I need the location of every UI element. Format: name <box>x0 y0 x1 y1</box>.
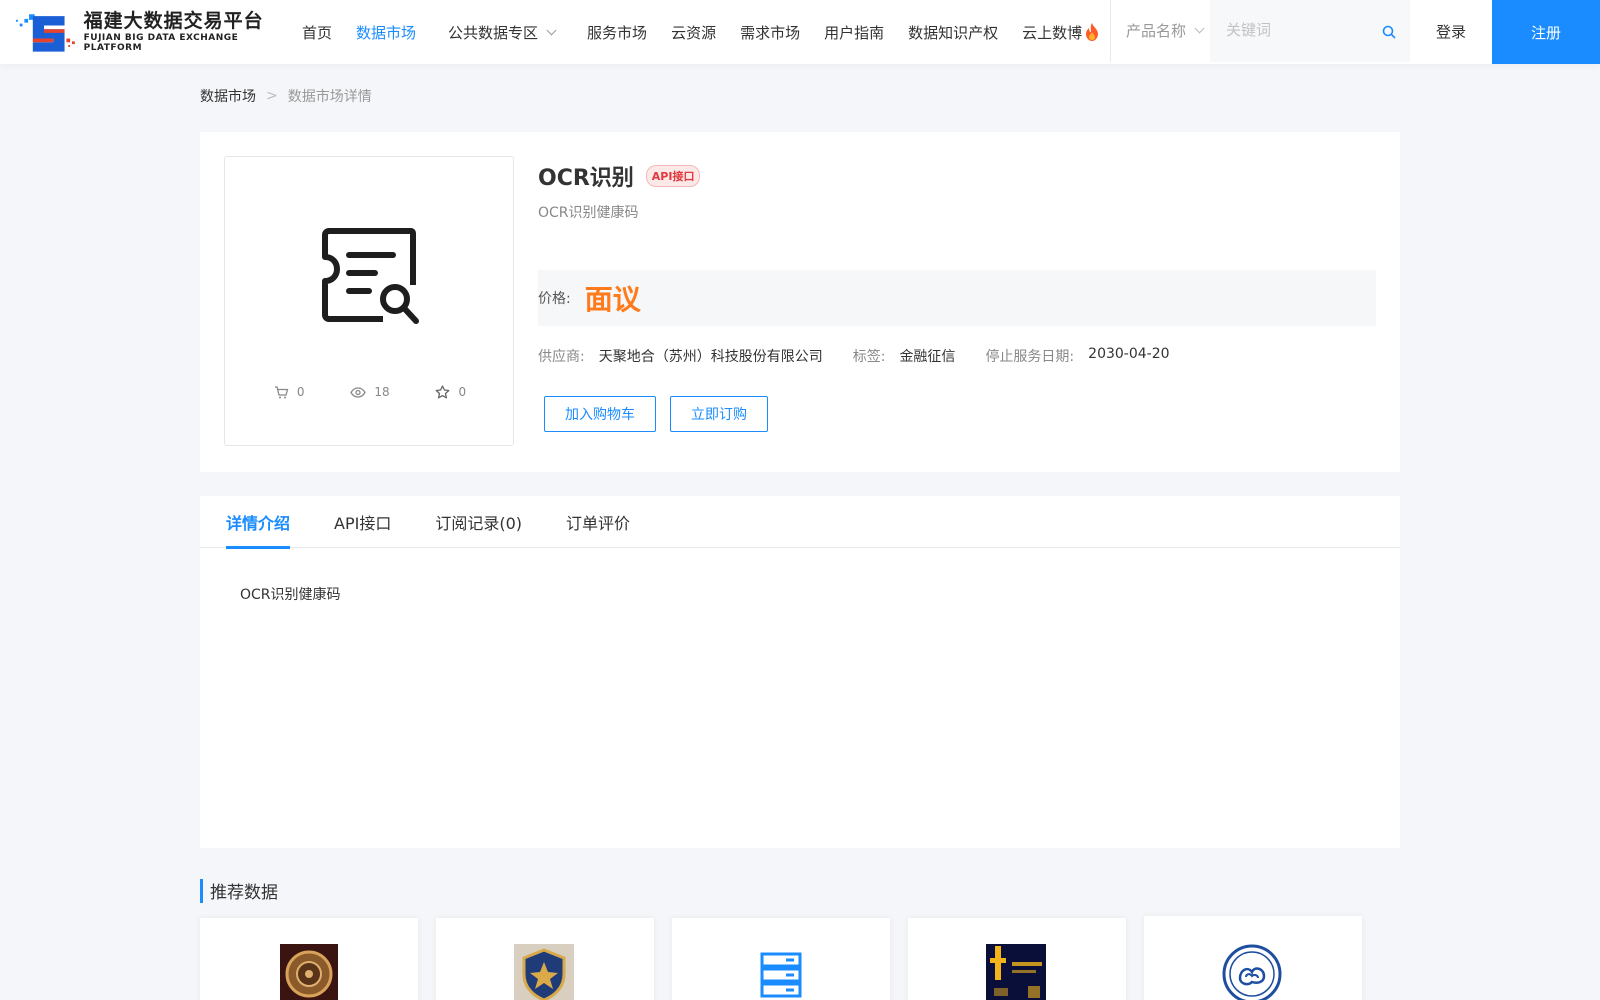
heading-accent-bar <box>200 878 203 903</box>
cart-count-stat: 0 <box>274 385 305 399</box>
end-date-value: 2030-04-20 <box>1088 346 1170 362</box>
view-count: 18 <box>374 385 390 399</box>
nav-item-cloud-resources[interactable]: 云资源 <box>671 22 716 43</box>
view-count-stat: 18 <box>350 385 390 399</box>
cart-icon <box>274 385 289 398</box>
breadcrumb-current: 数据市场详情 <box>287 89 372 105</box>
tab-details[interactable]: 详情介绍 <box>226 496 291 549</box>
search-icon[interactable] <box>1382 25 1396 39</box>
detail-panel: 详情介绍 API接口 订阅记录(0) 订单评价 OCR识别健康码 <box>200 496 1400 848</box>
tab-reviews[interactable]: 订单评价 <box>566 496 630 548</box>
product-title: OCR识别 <box>538 166 634 191</box>
nav-item-public-data-label: 公共数据专区 <box>448 23 539 42</box>
product-stats: 0 18 0 <box>225 385 515 399</box>
search-input[interactable] <box>1226 21 1366 39</box>
recommended-card[interactable] <box>200 918 418 1000</box>
search-category-label: 产品名称 <box>1126 22 1187 40</box>
breadcrumb-separator: > <box>266 88 278 104</box>
detail-tabs: 详情介绍 API接口 订阅记录(0) 订单评价 <box>200 496 1400 549</box>
supplier-name: 天聚地合（苏州）科技股份有限公司 <box>598 349 823 365</box>
favorite-count: 0 <box>458 385 467 399</box>
search-box <box>1210 0 1410 62</box>
main-nav: 首页 数据市场 公共数据专区 服务市场 云资源 需求市场 用户指南 数据知识产权… <box>302 0 1123 64</box>
action-buttons: 加入购物车 立即订购 <box>544 396 782 432</box>
breadcrumb: 数据市场 > 数据市场详情 <box>200 86 372 106</box>
breadcrumb-link-data-market[interactable]: 数据市场 <box>200 86 256 106</box>
nav-item-service-market[interactable]: 服务市场 <box>587 22 647 43</box>
register-button[interactable]: 注册 <box>1492 0 1600 64</box>
tag-label: 标签: <box>852 349 886 365</box>
recommended-title: 推荐数据 <box>210 883 278 903</box>
product-subtitle: OCR识别健康码 <box>538 205 639 221</box>
subscribe-now-button[interactable]: 立即订购 <box>670 396 768 432</box>
recommended-heading: 推荐数据 <box>200 878 278 903</box>
price-bar: 价格: 面议 <box>538 270 1376 326</box>
search-category-select[interactable]: 产品名称 <box>1126 20 1205 41</box>
header-divider <box>1110 0 1111 62</box>
document-search-icon <box>322 228 419 324</box>
recommended-card[interactable] <box>436 918 654 1000</box>
nav-item-public-data[interactable]: 公共数据专区 <box>448 22 557 43</box>
product-info: OCR识别 API接口 OCR识别健康码 价格: 面议 供应商: 天聚地合（苏州… <box>538 156 1376 432</box>
recommended-card[interactable] <box>1144 916 1362 1000</box>
nav-item-cloud-expo[interactable]: 云上数博 <box>1022 22 1099 43</box>
tag-value: 金融征信 <box>899 349 956 365</box>
recommended-card[interactable] <box>908 918 1126 1000</box>
recommended-card[interactable] <box>672 918 890 1000</box>
flame-icon <box>1086 23 1099 41</box>
top-header: 福建大数据交易平台 FUJIAN BIG DATA EXCHANGE PLATF… <box>0 0 1600 64</box>
nav-item-user-guide[interactable]: 用户指南 <box>824 22 884 43</box>
login-button[interactable]: 登录 <box>1410 0 1492 62</box>
shield-emblem-icon <box>514 944 574 1000</box>
eye-icon <box>350 386 367 398</box>
api-type-badge: API接口 <box>645 165 701 187</box>
bronze-coin-icon <box>280 944 338 1000</box>
end-date-label: 停止服务日期: <box>985 349 1075 365</box>
tab-subscriptions[interactable]: 订阅记录(0) <box>435 496 522 548</box>
star-icon <box>436 385 450 399</box>
product-meta: 供应商: 天聚地合（苏州）科技股份有限公司 标签: 金融征信 停止服务日期: 2… <box>538 346 1200 366</box>
product-card: 0 18 0 OCR识别 API接口 OCR识别健康码 价格: 面议 供应商: … <box>200 132 1400 472</box>
platform-logo[interactable]: 福建大数据交易平台 FUJIAN BIG DATA EXCHANGE PLATF… <box>16 8 286 56</box>
recommended-list <box>200 916 1380 1000</box>
supplier-label: 供应商: <box>538 349 585 365</box>
dark-logo-icon <box>986 944 1046 1000</box>
nav-item-home[interactable]: 首页 <box>302 22 332 43</box>
logo-name-cn: 福建大数据交易平台 <box>83 9 264 32</box>
detail-description: OCR识别健康码 <box>240 587 341 603</box>
tab-api[interactable]: API接口 <box>334 496 391 548</box>
price-value: 面议 <box>584 283 641 316</box>
cart-count: 0 <box>296 385 305 399</box>
product-thumbnail: 0 18 0 <box>224 156 514 446</box>
price-label: 价格: <box>538 291 571 307</box>
favorite-count-stat[interactable]: 0 <box>435 385 466 399</box>
logo-mark-icon <box>16 14 75 52</box>
server-icon <box>760 952 802 998</box>
nav-item-data-market[interactable]: 数据市场 <box>356 22 416 43</box>
add-to-cart-button[interactable]: 加入购物车 <box>544 396 656 432</box>
weather-seal-icon <box>1222 944 1282 1000</box>
nav-item-cloud-expo-label: 云上数博 <box>1022 23 1083 42</box>
chevron-down-icon <box>546 25 557 35</box>
nav-item-demand-market[interactable]: 需求市场 <box>740 22 800 43</box>
chevron-down-icon <box>1194 23 1205 34</box>
logo-name-en: FUJIAN BIG DATA EXCHANGE PLATFORM <box>83 32 239 53</box>
nav-item-data-ip[interactable]: 数据知识产权 <box>908 22 998 43</box>
